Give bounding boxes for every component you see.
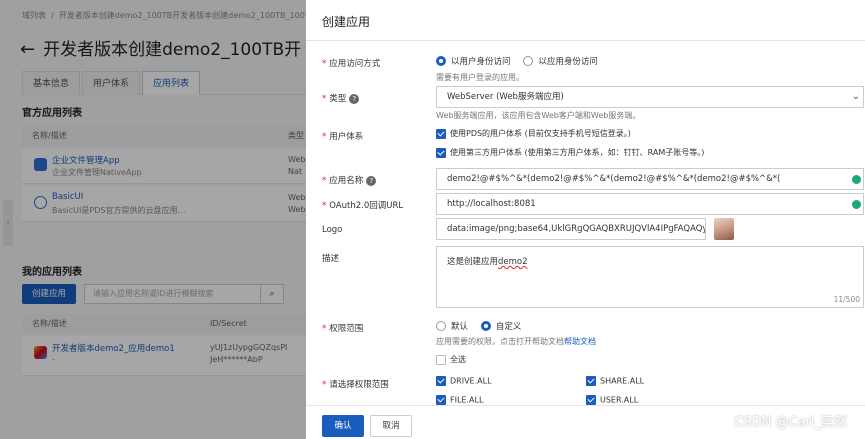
app-name-label: * 应用名称?	[322, 174, 377, 186]
checkbox-checked-icon	[436, 395, 446, 405]
select-all[interactable]: 全选	[436, 354, 466, 365]
checkbox-checked-icon	[436, 376, 446, 386]
user-system-third-party[interactable]: 使用第三方用户体系 (使用第三方用户体系，如：钉钉、RAM子账号等。)	[436, 147, 704, 158]
radio-scope-custom[interactable]	[480, 321, 491, 331]
scope-group: 默认 自定义	[436, 320, 531, 332]
user-system-label: * 用户体系	[322, 132, 364, 142]
modal-overlay[interactable]	[0, 0, 306, 439]
radio-user-access[interactable]	[436, 56, 446, 66]
app-name-input[interactable]: demo2!@#$%^&*(demo2!@#$%^&*(demo2!@#$%^&…	[436, 168, 864, 190]
logo-label: Logo	[322, 225, 343, 235]
logo-preview-image	[714, 218, 734, 240]
char-counter: 11/500	[833, 295, 860, 304]
scope-hint: 应用需要的权限，点击打开帮助文档帮助文档	[436, 337, 596, 346]
description-label: 描述	[322, 254, 340, 264]
access-method-group: 以用户身份访问 以应用身份访问	[436, 55, 608, 67]
perm-file-all[interactable]: FILE.ALL	[436, 395, 483, 405]
drawer-title: 创建应用	[322, 15, 371, 29]
oauth-label: * OAuth2.0回调URL	[322, 201, 404, 211]
radio-app-access[interactable]	[523, 56, 534, 66]
radio-scope-default[interactable]	[436, 321, 446, 331]
scope-label: * 权限范围	[322, 324, 364, 334]
access-method-hint: 需要有用户登录的应用。	[436, 73, 524, 82]
help-icon: ?	[366, 175, 377, 186]
type-hint: Web服务端应用，该应用包含Web客户端和Web服务端。	[436, 111, 641, 120]
access-method-label: * 应用访问方式	[322, 59, 381, 69]
create-app-drawer: 创建应用 * 应用访问方式 以用户身份访问 以应用身份访问 需要有用户登录的应用。…	[306, 0, 865, 439]
logo-input[interactable]: data:image/png;base64,UklGRgQGAQBXRUJQVl…	[436, 218, 706, 240]
create-app-form: * 应用访问方式 以用户身份访问 以应用身份访问 需要有用户登录的应用。 * 类型?…	[306, 41, 865, 405]
watermark: CSDN @Carl_奕然	[734, 415, 847, 430]
type-label: * 类型?	[322, 92, 360, 104]
checkbox-unchecked-icon[interactable]	[436, 354, 446, 365]
description-textarea[interactable]: 这是创建应用demo2 11/500	[436, 246, 864, 308]
checkbox-checked-icon[interactable]	[436, 128, 446, 139]
user-system-pds[interactable]: 使用PDS的用户体系 (目前仅支持手机号短信登录。)	[436, 128, 631, 139]
confirm-button[interactable]: 确认	[322, 415, 364, 437]
type-select[interactable]: WebServer (Web服务端应用) ⌄	[436, 86, 864, 108]
checkbox-checked-icon	[586, 376, 596, 386]
checkbox-checked-icon[interactable]	[436, 147, 446, 158]
cancel-button[interactable]: 取消	[370, 415, 412, 437]
chevron-down-icon: ⌄	[851, 91, 860, 102]
perm-user-all[interactable]: USER.ALL	[586, 395, 638, 405]
check-circle-icon	[852, 200, 861, 209]
perm-label: * 请选择权限范围	[322, 380, 389, 390]
perm-drive-all[interactable]: DRIVE.ALL	[436, 376, 492, 386]
checkbox-checked-icon	[586, 395, 596, 405]
help-doc-link[interactable]: 帮助文档	[564, 337, 596, 346]
help-icon: ?	[349, 93, 360, 104]
check-circle-icon	[852, 175, 861, 184]
oauth-callback-input[interactable]: http://localhost:8081	[436, 193, 864, 215]
perm-share-all[interactable]: SHARE.ALL	[586, 376, 644, 386]
